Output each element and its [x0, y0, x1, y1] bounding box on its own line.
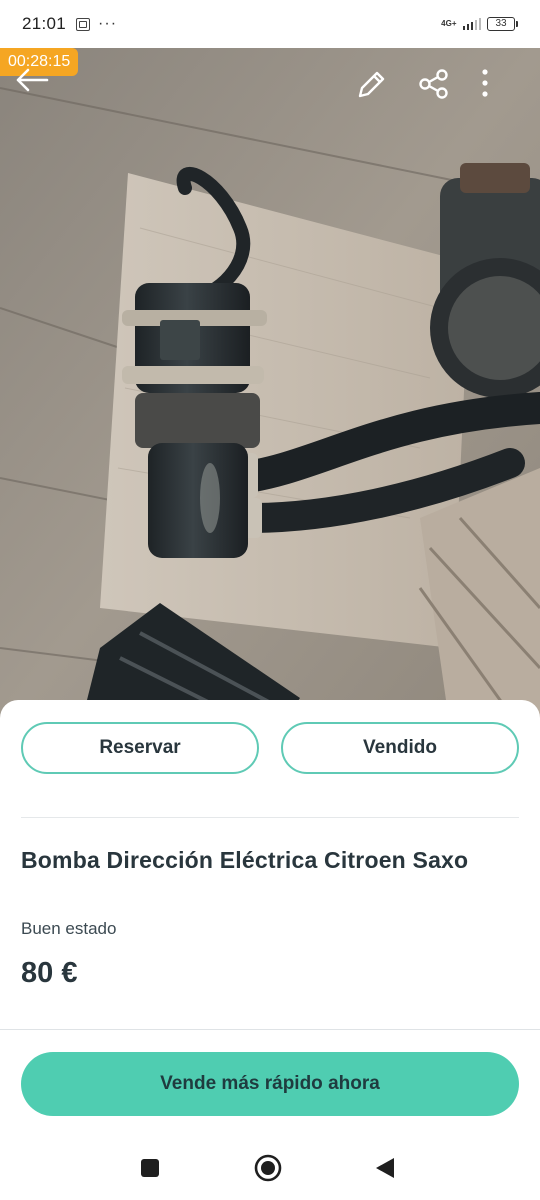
screen-record-icon [76, 17, 91, 31]
recents-button[interactable] [132, 1150, 168, 1186]
product-photo-image [0, 48, 540, 728]
system-nav-bar [0, 1128, 540, 1200]
product-condition: Buen estado [21, 919, 117, 938]
back-triangle-icon [376, 1158, 394, 1178]
product-title: Bomba Dirección Eléctrica Citroen Saxo [21, 847, 469, 873]
sold-button[interactable]: Vendido [281, 722, 519, 774]
sell-faster-button[interactable]: Vende más rápido ahora [21, 1052, 519, 1116]
battery-icon: 33 [487, 17, 518, 31]
edit-pencil-icon [358, 71, 385, 98]
back-button[interactable] [15, 68, 59, 112]
network-type-label: 4G+ [441, 19, 457, 28]
home-button[interactable] [250, 1150, 286, 1186]
divider [21, 817, 519, 818]
section-divider [0, 1029, 540, 1030]
share-icon [419, 69, 448, 99]
recents-square-icon [141, 1159, 159, 1177]
more-options-button[interactable] [481, 68, 525, 112]
network-type: 4G+ [441, 20, 456, 28]
back-arrow-icon [16, 68, 49, 92]
battery-level: 33 [487, 17, 515, 31]
product-detail-sheet: Reservar Vendido Bomba Dirección Eléctri… [0, 700, 540, 1128]
edit-button[interactable] [354, 68, 398, 112]
more-vertical-icon [482, 69, 488, 97]
system-back-button[interactable] [367, 1150, 403, 1186]
status-right-group: 4G+ 33 [441, 17, 518, 31]
photo-toolbar [0, 68, 540, 112]
status-bar: 21:01 ··· 4G+ 33 [0, 0, 540, 48]
product-photo[interactable]: 00:28:15 [0, 48, 540, 728]
reserve-button[interactable]: Reservar [21, 722, 259, 774]
home-circle-icon [254, 1154, 282, 1182]
status-more-indicator: ··· [98, 15, 118, 32]
share-button[interactable] [418, 68, 462, 112]
product-price: 80 € [21, 957, 78, 989]
status-time: 21:01 [22, 14, 67, 33]
signal-icon [462, 18, 481, 30]
